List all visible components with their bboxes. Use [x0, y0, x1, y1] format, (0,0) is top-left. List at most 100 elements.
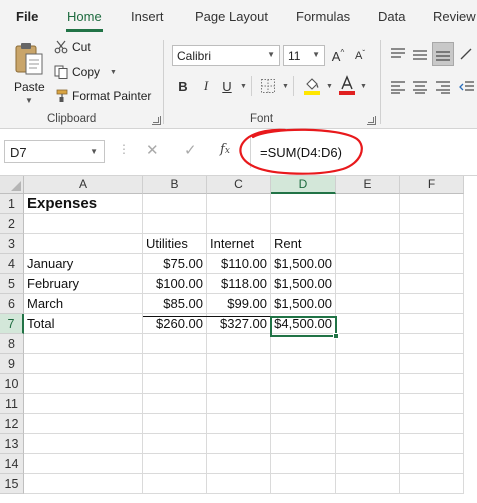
row-header-13[interactable]: 13	[0, 434, 24, 454]
cell-f1[interactable]	[400, 194, 464, 214]
column-header-a[interactable]: A	[24, 176, 143, 194]
cell-d10[interactable]	[271, 374, 336, 394]
tab-home[interactable]: Home	[66, 9, 103, 32]
tab-file[interactable]: File	[16, 9, 38, 24]
font-dialog-launcher-icon[interactable]	[367, 116, 376, 125]
cell-e2[interactable]	[336, 214, 400, 234]
cell-d13[interactable]	[271, 434, 336, 454]
column-header-d[interactable]: D	[271, 176, 336, 194]
formula-text[interactable]: =SUM(D4:D6)	[260, 145, 342, 160]
cell-a12[interactable]	[24, 414, 143, 434]
paste-dropdown-caret[interactable]: ▼	[25, 96, 33, 105]
cell-f8[interactable]	[400, 334, 464, 354]
row-header-6[interactable]: 6	[0, 294, 24, 314]
cell-b12[interactable]	[143, 414, 207, 434]
bottom-align-button[interactable]	[432, 42, 454, 66]
cell-b11[interactable]	[143, 394, 207, 414]
cell-f13[interactable]	[400, 434, 464, 454]
cell-a1[interactable]: Expenses	[24, 194, 143, 214]
cell-c8[interactable]	[207, 334, 271, 354]
cell-e9[interactable]	[336, 354, 400, 374]
cell-d6[interactable]: $1,500.00	[271, 294, 336, 314]
resize-handle-icon[interactable]: ⋮	[118, 142, 130, 156]
cell-b9[interactable]	[143, 354, 207, 374]
cell-a11[interactable]	[24, 394, 143, 414]
cell-e3[interactable]	[336, 234, 400, 254]
cell-a6[interactable]: March	[24, 294, 143, 314]
cell-b2[interactable]	[143, 214, 207, 234]
cell-f11[interactable]	[400, 394, 464, 414]
cell-f2[interactable]	[400, 214, 464, 234]
cell-b4[interactable]: $75.00	[143, 254, 207, 274]
cell-d12[interactable]	[271, 414, 336, 434]
cell-a2[interactable]	[24, 214, 143, 234]
cell-a9[interactable]	[24, 354, 143, 374]
align-left-button[interactable]	[389, 77, 407, 97]
cell-a7[interactable]: Total	[24, 314, 143, 334]
cell-e5[interactable]	[336, 274, 400, 294]
cell-f7[interactable]	[400, 314, 464, 334]
cell-c2[interactable]	[207, 214, 271, 234]
fill-color-button[interactable]	[302, 75, 322, 95]
row-header-7[interactable]: 7	[0, 314, 24, 334]
cell-e11[interactable]	[336, 394, 400, 414]
cut-button[interactable]: Cut	[54, 37, 91, 57]
cell-c13[interactable]	[207, 434, 271, 454]
cell-e15[interactable]	[336, 474, 400, 494]
cell-c7[interactable]: $327.00	[207, 314, 271, 334]
cell-f10[interactable]	[400, 374, 464, 394]
cell-d7[interactable]: $4,500.00	[271, 314, 336, 334]
cell-b14[interactable]	[143, 454, 207, 474]
cell-a13[interactable]	[24, 434, 143, 454]
cell-c10[interactable]	[207, 374, 271, 394]
cell-d8[interactable]	[271, 334, 336, 354]
insert-function-icon[interactable]: fx	[220, 142, 230, 157]
cell-f4[interactable]	[400, 254, 464, 274]
tab-review[interactable]: Review	[433, 9, 476, 24]
cell-a15[interactable]	[24, 474, 143, 494]
cell-c11[interactable]	[207, 394, 271, 414]
row-header-14[interactable]: 14	[0, 454, 24, 474]
cell-b3[interactable]: Utilities	[143, 234, 207, 254]
middle-align-button[interactable]	[411, 44, 429, 64]
font-name-select[interactable]: Calibri ▼	[172, 45, 280, 66]
select-all-button[interactable]	[0, 176, 24, 194]
row-header-9[interactable]: 9	[0, 354, 24, 374]
cell-d1[interactable]	[271, 194, 336, 214]
cell-d15[interactable]	[271, 474, 336, 494]
cell-c1[interactable]	[207, 194, 271, 214]
column-header-c[interactable]: C	[207, 176, 271, 194]
fill-handle[interactable]	[333, 333, 339, 339]
clipboard-dialog-launcher-icon[interactable]	[152, 116, 161, 125]
cell-b1[interactable]	[143, 194, 207, 214]
italic-button[interactable]: I	[198, 76, 214, 96]
cell-c6[interactable]: $99.00	[207, 294, 271, 314]
decrease-font-size-button[interactable]: Aˇ	[352, 46, 368, 66]
cell-e14[interactable]	[336, 454, 400, 474]
cell-d4[interactable]: $1,500.00	[271, 254, 336, 274]
cell-b8[interactable]	[143, 334, 207, 354]
cell-e10[interactable]	[336, 374, 400, 394]
cell-d11[interactable]	[271, 394, 336, 414]
cell-e1[interactable]	[336, 194, 400, 214]
cell-f9[interactable]	[400, 354, 464, 374]
cell-d3[interactable]: Rent	[271, 234, 336, 254]
font-color-button[interactable]	[338, 75, 356, 95]
align-right-button[interactable]	[434, 77, 452, 97]
cell-c4[interactable]: $110.00	[207, 254, 271, 274]
tab-insert[interactable]: Insert	[131, 9, 164, 24]
decrease-indent-button[interactable]	[458, 77, 476, 97]
enter-checkmark-icon[interactable]: ✓	[184, 141, 197, 159]
cell-b5[interactable]: $100.00	[143, 274, 207, 294]
cell-c3[interactable]: Internet	[207, 234, 271, 254]
column-header-e[interactable]: E	[336, 176, 400, 194]
cell-e13[interactable]	[336, 434, 400, 454]
cell-d9[interactable]	[271, 354, 336, 374]
row-header-4[interactable]: 4	[0, 254, 24, 274]
row-header-8[interactable]: 8	[0, 334, 24, 354]
row-header-12[interactable]: 12	[0, 414, 24, 434]
format-painter-button[interactable]: Format Painter	[54, 86, 151, 106]
row-header-1[interactable]: 1	[0, 194, 24, 214]
cell-c14[interactable]	[207, 454, 271, 474]
cell-e6[interactable]	[336, 294, 400, 314]
